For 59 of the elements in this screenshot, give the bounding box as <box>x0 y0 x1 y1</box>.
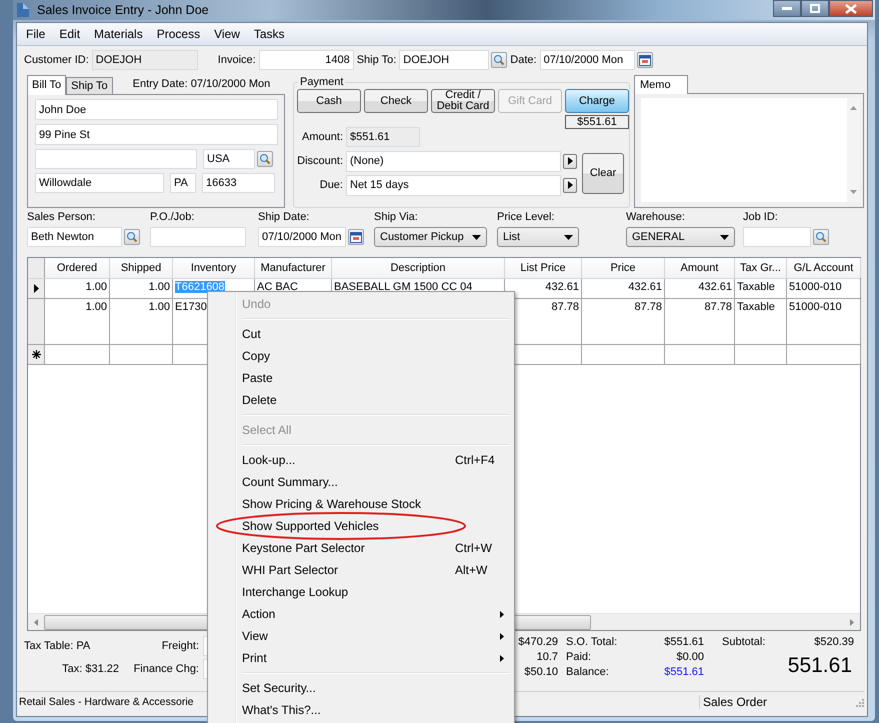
group-title: Payment <box>298 76 346 88</box>
menu-item-label: Cut <box>242 327 261 341</box>
total-value: $520.39 <box>814 635 854 650</box>
menu-item-label: What's This?... <box>242 703 321 717</box>
shortcut-text: Ctrl+W <box>455 541 492 555</box>
field-label: Date: <box>510 54 537 66</box>
menu-item-label: Paste <box>242 371 273 385</box>
field-label: Due: <box>318 179 343 191</box>
field-label: Job ID: <box>743 210 779 224</box>
entry-date-text: Entry Date: 07/10/2000 Mon <box>132 78 270 90</box>
field-label: Ship Date: <box>258 210 310 224</box>
menu-item-label: Delete <box>242 393 277 407</box>
total-value: $551.61 <box>664 635 704 650</box>
selected-text: T6621608 <box>175 281 225 293</box>
total-value: $551.61 <box>664 665 704 680</box>
window-title: Sales Invoice Entry - John Doe <box>37 3 209 17</box>
total-value: $0.00 <box>676 650 704 665</box>
menu-item-label: Interchange Lookup <box>242 585 348 599</box>
tax-table-text: Tax Table: PA <box>24 640 92 652</box>
menu-item-label: Set Security... <box>242 681 316 695</box>
total-label: Subtotal: <box>722 635 766 650</box>
field-label: Ship Via: <box>374 210 419 224</box>
menu-item-label: Copy <box>242 349 270 363</box>
menu-item-label: Show Supported Vehicles <box>242 519 379 533</box>
menu-item-label: Show Pricing & Warehouse Stock <box>242 497 421 511</box>
menu-item-label: WHI Part Selector <box>242 563 338 577</box>
total-label: S.O. Total: <box>566 635 618 650</box>
amount-text: $470.29 <box>518 635 558 650</box>
field-label: Discount: <box>297 155 343 167</box>
total-label: Paid: <box>566 650 592 665</box>
field-label: Ship To: <box>356 54 396 66</box>
menu-item-label: Print <box>242 651 267 665</box>
status-text: Retail Sales - Hardware & Accessorie <box>18 696 194 708</box>
menu-item-label: Keystone Part Selector <box>242 541 365 555</box>
field-label: Customer ID: <box>24 54 89 66</box>
field-label: Amount: <box>301 131 343 143</box>
field-label: Price Level: <box>497 210 556 224</box>
menu-item-label: Look-up... <box>242 453 296 467</box>
field-label: P.O./Job: <box>150 210 196 224</box>
charge-total: $551.61 <box>565 115 629 129</box>
field-label: Finance Chg: <box>132 662 199 674</box>
amount-field: $551.61 <box>346 127 420 147</box>
menu-item-label: Count Summary... <box>242 475 338 489</box>
shortcut-text: Ctrl+F4 <box>455 453 495 467</box>
total-label: Balance: <box>566 665 609 680</box>
amount-text: $50.10 <box>524 665 558 680</box>
tax-text: Tax: $31.22 <box>61 662 119 674</box>
grand-total: 551.61 <box>788 653 852 679</box>
field-label: Invoice: <box>218 54 256 66</box>
menu-item-label: Select All <box>242 423 292 437</box>
field-label: Freight: <box>160 640 199 652</box>
shortcut-text: Alt+W <box>455 563 488 577</box>
menu-item-label: View <box>242 629 268 643</box>
field-label: Sales Person: <box>27 210 96 224</box>
amount-text: 10.7 <box>536 650 558 665</box>
menu-item-label: Action <box>242 607 276 621</box>
menu-item-label: Undo <box>242 297 271 311</box>
field-label: Warehouse: <box>626 210 686 224</box>
status-text: Sales Order <box>699 695 854 709</box>
